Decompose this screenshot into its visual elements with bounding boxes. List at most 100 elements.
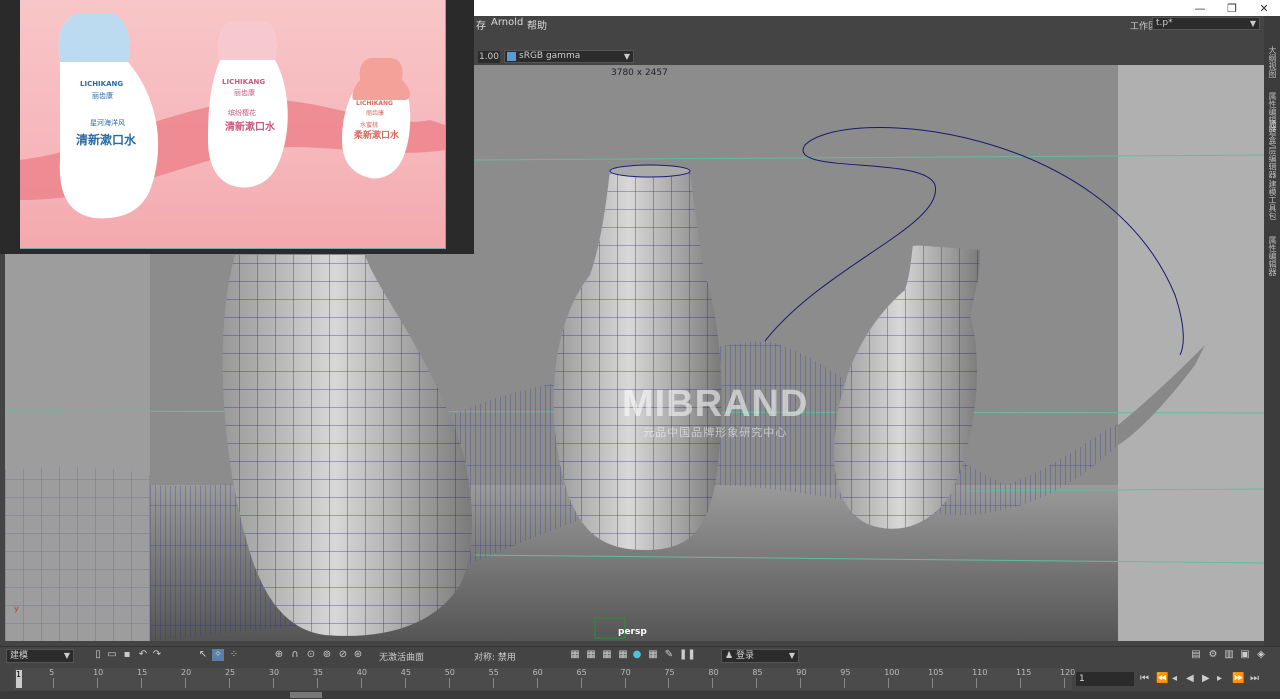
current-frame-field[interactable]: 1: [1076, 672, 1134, 686]
timeline-tick-label: 10: [93, 668, 104, 677]
chevron-down-icon: ▼: [1249, 19, 1256, 28]
arnold-render-icon[interactable]: ▦: [647, 649, 659, 661]
timeline-tick: [536, 678, 538, 688]
timeline-tick-label: 50: [444, 668, 455, 677]
bottle-1-brand: LICHIKANG: [80, 80, 124, 88]
timeline-tick: [272, 678, 274, 688]
timeline-tick: [316, 678, 318, 688]
snap-point-icon[interactable]: ⊙: [305, 649, 317, 661]
minimize-button[interactable]: —: [1184, 0, 1216, 16]
channel-box-icon[interactable]: ◈: [1255, 649, 1267, 661]
pause-icon[interactable]: ❚❚: [679, 649, 696, 661]
timeline-tick-label: 25: [224, 668, 236, 677]
bottle-2-line1: 缤纷樱花: [228, 109, 256, 117]
render-settings-icon[interactable]: ▦: [617, 649, 629, 661]
timeline-tick-label: 105: [928, 668, 944, 677]
color-space-value: sRGB gamma: [519, 51, 581, 61]
bottle-3-product: 柔新漱口水: [354, 131, 400, 141]
toggle-panel-icon[interactable]: ▤: [1190, 649, 1202, 661]
timeline-tick-label: 75: [664, 668, 675, 677]
timeline-tick: [228, 678, 230, 688]
play-forward-icon[interactable]: ▶: [1202, 673, 1210, 684]
arnold-ipr-icon[interactable]: ✎: [663, 649, 675, 661]
axis-indicator: y: [14, 604, 19, 613]
login-label: 登录: [736, 651, 755, 661]
tab-channel-box[interactable]: 通道盒/层编辑器: [1266, 120, 1278, 179]
step-back-key-icon[interactable]: ⏪: [1156, 673, 1168, 684]
ipr-render-icon[interactable]: ▦: [601, 649, 613, 661]
select-tool-icon[interactable]: ↖: [197, 649, 209, 661]
render-preview-image: LICHIKANG 丽齿康 星河海洋风 清新漱口水 LICHIKANG 丽齿康 …: [20, 0, 446, 249]
workspace-select[interactable]: t.p* ▼: [1152, 17, 1260, 30]
bottle-2-brand: LICHIKANG: [222, 78, 266, 86]
symmetry-label[interactable]: 对称: 禁用: [474, 650, 516, 663]
timeline-tick: [888, 678, 890, 688]
snap-view-icon[interactable]: ⊚: [321, 649, 333, 661]
tab-outliner[interactable]: 大纲视图: [1266, 46, 1278, 78]
timeline-tick: [185, 678, 186, 688]
hypershade-icon[interactable]: ●: [631, 649, 643, 661]
render-view-icon[interactable]: ▦: [569, 649, 581, 661]
attribute-editor-icon[interactable]: ▥: [1223, 649, 1235, 661]
timeline-tick-label: 55: [488, 668, 499, 677]
current-frame-marker[interactable]: 1: [16, 670, 22, 688]
timeline-tick-label: 95: [840, 668, 851, 677]
open-scene-icon[interactable]: ▭: [106, 649, 118, 661]
menu-item-help[interactable]: 帮助: [527, 17, 547, 32]
watermark-sub: 元品中国品牌形象研究中心: [643, 426, 788, 439]
range-slider-handle[interactable]: [290, 692, 322, 698]
range-slider[interactable]: [0, 691, 1280, 699]
close-button[interactable]: ✕: [1248, 0, 1280, 16]
snap-curve-icon[interactable]: ∩: [289, 649, 301, 661]
timeline-tick: [580, 678, 582, 688]
timeline-tick: [756, 678, 758, 688]
bottle-2-cn-brand: 丽齿康: [234, 89, 255, 97]
time-slider-track[interactable]: [14, 668, 1072, 690]
step-forward-key-icon[interactable]: ⏩: [1232, 673, 1244, 684]
workspace-value: t.p*: [1156, 18, 1173, 28]
render-preview-window[interactable]: LICHIKANG 丽齿康 星河海洋风 清新漱口水 LICHIKANG 丽齿康 …: [0, 0, 474, 254]
redo-icon[interactable]: ↷: [151, 649, 163, 661]
menu-item-save[interactable]: 存: [476, 17, 486, 32]
bottle-2-product: 清新漱口水: [225, 122, 275, 133]
paint-select-icon[interactable]: ⁘: [228, 649, 240, 661]
menu-set-select[interactable]: 建模 ▼: [6, 649, 74, 663]
timeline-tick: [141, 678, 143, 688]
save-scene-icon[interactable]: ▪: [121, 649, 133, 661]
timeline-tick-label: 120: [1060, 668, 1076, 677]
play-backward-icon[interactable]: ◀: [1186, 673, 1194, 684]
watermark-main: MIBRAND: [622, 383, 809, 425]
timeline-tick-label: 80: [708, 668, 719, 677]
undo-icon[interactable]: ↶: [137, 649, 149, 661]
go-to-end-icon[interactable]: ⏭: [1250, 673, 1259, 684]
login-dropdown[interactable]: ♟ 登录 ▼: [721, 649, 799, 663]
timeline-tick: [404, 678, 406, 688]
snap-pivot-icon[interactable]: ⊛: [352, 649, 364, 661]
tab-attribute-editor-2[interactable]: 属性编辑器: [1266, 236, 1278, 276]
tab-modeling-toolkit[interactable]: 建模工具包: [1266, 180, 1278, 220]
right-tool-strip: 大纲视图 属性编辑器 通道盒/层编辑器 建模工具包 属性编辑器: [1264, 16, 1280, 646]
gamma-field[interactable]: 1.00: [478, 51, 500, 63]
step-back-icon[interactable]: ◂: [1172, 673, 1177, 684]
timeline-tick-label: 70: [620, 668, 631, 677]
go-to-start-icon[interactable]: ⏮: [1140, 673, 1149, 684]
color-space-dropdown[interactable]: sRGB gamma ▼: [504, 50, 634, 63]
snap-grid-icon[interactable]: ⊕: [273, 649, 285, 661]
camera-label: persp: [618, 627, 647, 637]
timeline-tick-label: 20: [181, 668, 192, 677]
chevron-down-icon: ▼: [63, 651, 70, 660]
tool-settings-icon[interactable]: ▣: [1239, 649, 1251, 661]
timeline-tick-label: 65: [576, 668, 587, 677]
snap-surface-icon[interactable]: ⊘: [337, 649, 349, 661]
live-surface-label[interactable]: 无激活曲面: [379, 650, 424, 663]
new-scene-icon[interactable]: ▯: [92, 649, 104, 661]
bottle-1-product: 清新漱口水: [76, 133, 137, 147]
timeline-tick-label: 100: [884, 668, 900, 677]
modeling-toolkit-icon[interactable]: ⚙: [1207, 649, 1219, 661]
restore-button[interactable]: ❐: [1216, 0, 1248, 16]
lasso-tool-icon[interactable]: ✧: [212, 649, 224, 661]
menu-item-arnold[interactable]: Arnold: [491, 17, 523, 28]
step-forward-icon[interactable]: ▸: [1217, 673, 1222, 684]
timeline-tick: [624, 678, 626, 688]
render-current-icon[interactable]: ▦: [585, 649, 597, 661]
